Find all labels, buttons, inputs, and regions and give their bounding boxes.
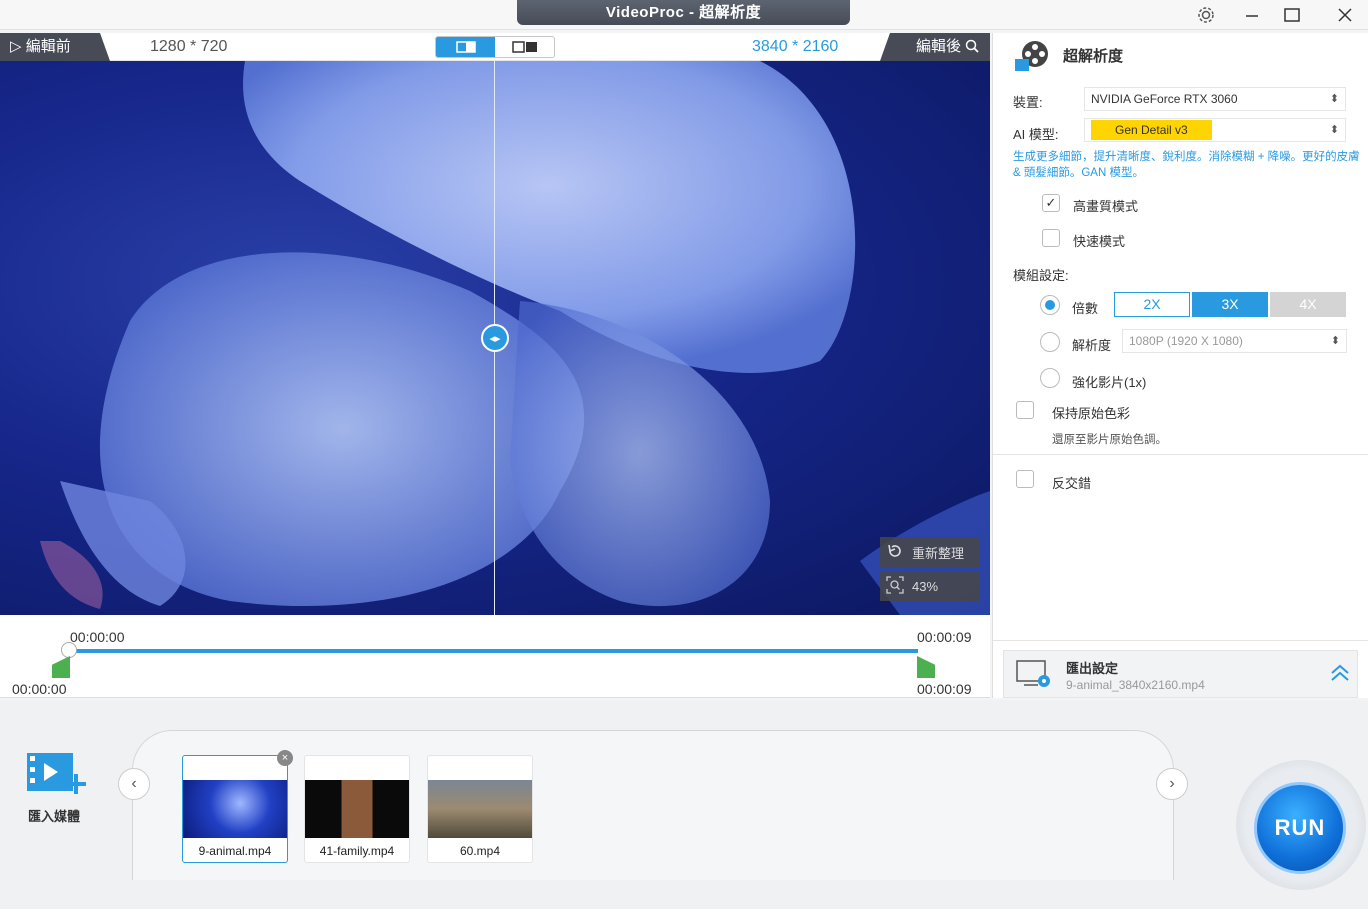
- after-label: 編輯後: [916, 38, 962, 55]
- timeline: 00:00:00 00:00:09 00:00:00 00:00:09: [0, 615, 990, 698]
- chevron-left-icon[interactable]: ‹: [118, 768, 150, 800]
- play-icon: ▷: [10, 38, 22, 55]
- rotate-ccw-icon: [886, 542, 904, 563]
- resolution-radio[interactable]: [1040, 332, 1060, 352]
- fast-mode-checkbox[interactable]: [1042, 229, 1060, 247]
- panel-title: 超解析度: [1063, 48, 1124, 65]
- timeline-end-top: 00:00:09: [917, 629, 972, 645]
- resolution-select[interactable]: 1080P (1920 X 1080) ⬍: [1122, 329, 1347, 353]
- playhead-knob[interactable]: [61, 642, 77, 658]
- search-icon: [965, 38, 979, 55]
- maximize-icon[interactable]: [1280, 4, 1304, 26]
- media-item-name: 60.mp4: [459, 844, 501, 858]
- chevron-right-icon[interactable]: ›: [1156, 768, 1188, 800]
- enhance-label: 強化影片(1x): [1072, 375, 1147, 390]
- resolution-value: 1080P (1920 X 1080): [1129, 334, 1243, 348]
- film-plus-icon: [24, 753, 86, 803]
- preview-header: ▷ 編輯前 1280 * 720 3840 * 2160 編輯後: [0, 33, 990, 61]
- thumbnail-family: [305, 780, 409, 838]
- ai-model-select[interactable]: Gen Detail v3 ⬍: [1084, 118, 1346, 142]
- split-handle-icon[interactable]: ◂▸: [481, 324, 509, 352]
- video-preview[interactable]: ◂▸ 重新整理 43%: [0, 61, 990, 615]
- monitor-gear-icon: [1016, 659, 1052, 692]
- high-quality-label: 高畫質模式: [1073, 199, 1139, 214]
- ai-model-value: Gen Detail v3: [1091, 120, 1212, 140]
- title-bar: VideoProc - 超解析度: [0, 0, 1368, 30]
- minimize-icon[interactable]: [1240, 4, 1264, 26]
- divider: [993, 640, 1368, 641]
- deinterlace-label: 反交錯: [1052, 476, 1092, 491]
- device-select[interactable]: NVIDIA GeForce RTX 3060 ⬍: [1084, 87, 1346, 111]
- deinterlace-checkbox[interactable]: [1016, 470, 1034, 488]
- chevron-updown-icon: ⬍: [1330, 335, 1340, 347]
- export-label: 匯出設定: [1066, 661, 1119, 676]
- reset-button[interactable]: 重新整理: [880, 537, 980, 567]
- scale-2x-button[interactable]: 2X: [1114, 292, 1190, 317]
- settings-gear-icon[interactable]: [1194, 4, 1218, 26]
- timeline-start-top: 00:00:00: [70, 629, 125, 645]
- model-description: 生成更多細節，提升清晰度、銳利度。消除模糊 + 降噪。更好的皮膚 & 頭髮細節。…: [1013, 151, 1360, 179]
- after-tab[interactable]: 編輯後: [880, 33, 990, 61]
- chevron-double-up-icon[interactable]: [1330, 663, 1350, 686]
- keep-color-desc: 還原至影片原始色調。: [1052, 434, 1167, 446]
- chevron-updown-icon: ⬍: [1329, 93, 1339, 105]
- resolution-label: 解析度: [1072, 338, 1112, 353]
- import-media-label: 匯入媒體: [28, 809, 81, 824]
- fast-mode-label: 快速模式: [1073, 234, 1126, 249]
- zoom-button[interactable]: 43%: [880, 571, 980, 601]
- media-item[interactable]: 9-animal.mp4 ×: [182, 750, 293, 863]
- media-item[interactable]: 41-family.mp4: [304, 755, 410, 863]
- thumbnail-landscape: [428, 780, 532, 838]
- view-mode-toggle[interactable]: [435, 36, 555, 58]
- zoom-label: 43%: [912, 578, 939, 594]
- keep-color-checkbox[interactable]: [1016, 401, 1034, 419]
- export-settings-bar[interactable]: 匯出設定 9-animal_3840x2160.mp4: [1003, 650, 1358, 698]
- zoom-fit-icon: [886, 575, 904, 597]
- media-item-name: 41-family.mp4: [319, 844, 395, 858]
- split-view-button[interactable]: [436, 37, 495, 57]
- scale-label: 倍數: [1072, 301, 1099, 316]
- output-resolution: 3840 * 2160: [752, 38, 839, 55]
- remove-icon[interactable]: ×: [277, 750, 293, 766]
- timeline-track[interactable]: [68, 649, 918, 653]
- reset-label: 重新整理: [912, 545, 965, 561]
- thumbnail-jellyfish: [183, 780, 287, 838]
- import-media-button[interactable]: [24, 750, 86, 803]
- keep-color-label: 保持原始色彩: [1052, 406, 1131, 421]
- device-value: NVIDIA GeForce RTX 3060: [1091, 92, 1238, 106]
- before-tab[interactable]: ▷ 編輯前: [0, 33, 110, 61]
- module-settings-label: 模組設定:: [1013, 268, 1069, 283]
- chevron-updown-icon: ⬍: [1329, 124, 1339, 136]
- divider: [993, 454, 1368, 455]
- media-item[interactable]: 60.mp4: [427, 755, 533, 863]
- scale-4x-button[interactable]: 4X: [1270, 292, 1346, 317]
- enhance-radio[interactable]: [1040, 368, 1060, 388]
- side-by-side-view-button[interactable]: [495, 37, 554, 57]
- device-label: 裝置:: [1013, 95, 1043, 110]
- run-button[interactable]: RUN: [1254, 782, 1346, 874]
- timeline-end-bottom: 00:00:09: [917, 681, 972, 697]
- film-reel-icon: [1015, 39, 1051, 76]
- close-icon[interactable]: [1333, 4, 1357, 26]
- media-item-name: 9-animal.mp4: [198, 844, 272, 858]
- ai-model-label: AI 模型:: [1013, 127, 1059, 142]
- before-label: 編輯前: [25, 38, 71, 55]
- window-title: VideoProc - 超解析度: [517, 0, 850, 25]
- scale-3x-button[interactable]: 3X: [1192, 292, 1268, 317]
- scale-radio[interactable]: [1040, 295, 1060, 315]
- high-quality-checkbox[interactable]: ✓: [1042, 194, 1060, 212]
- export-filename: 9-animal_3840x2160.mp4: [1066, 678, 1205, 692]
- timeline-start-bottom: 00:00:00: [12, 681, 67, 697]
- source-resolution: 1280 * 720: [150, 38, 228, 55]
- trim-start-marker[interactable]: [52, 656, 70, 678]
- trim-end-marker[interactable]: [917, 656, 935, 678]
